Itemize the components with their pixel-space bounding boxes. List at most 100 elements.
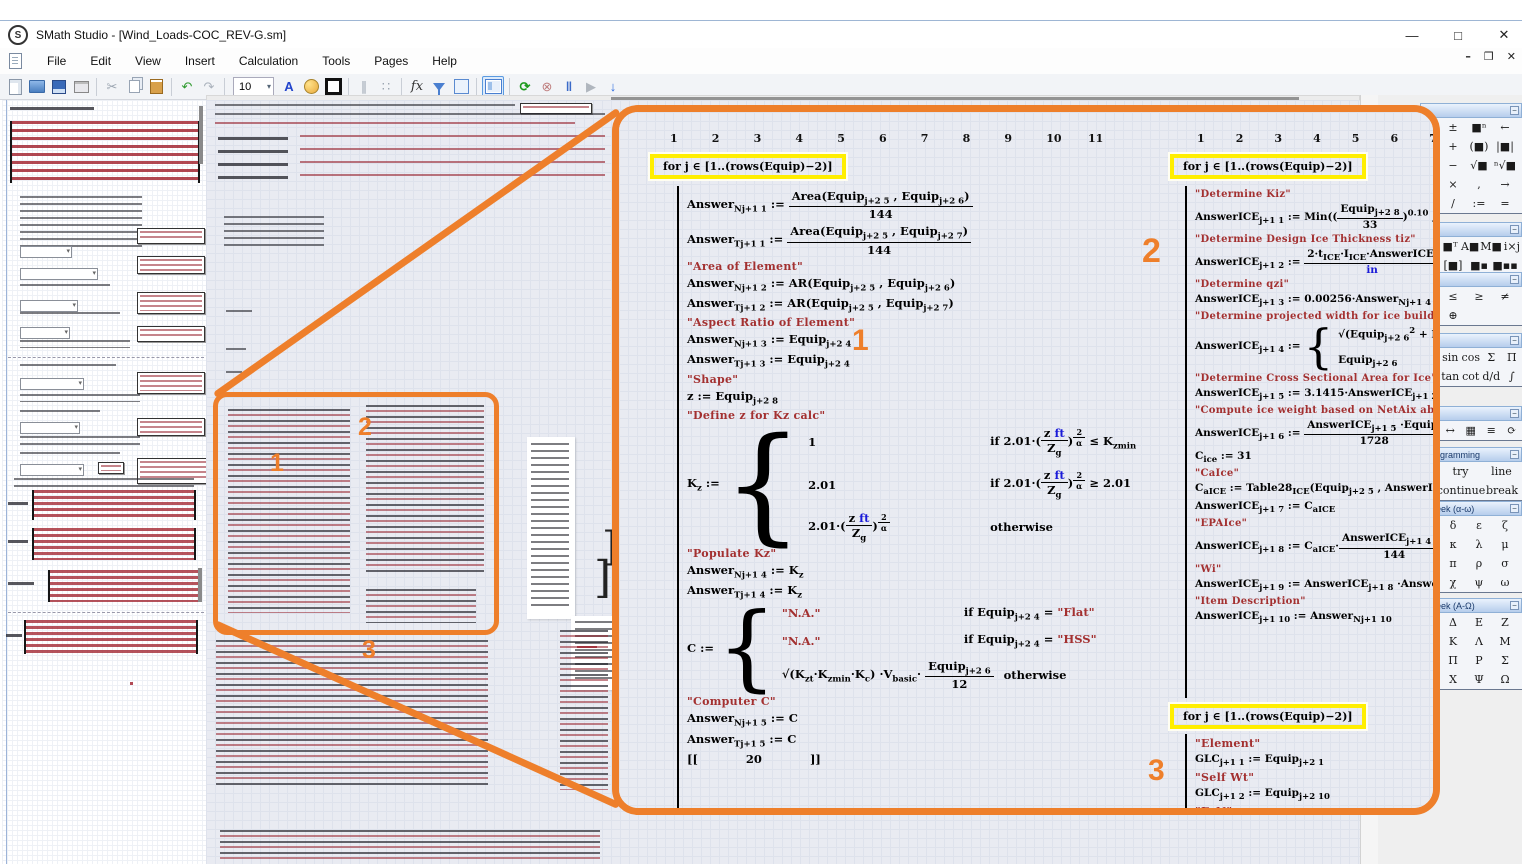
string-line[interactable]: "Computer C" bbox=[687, 695, 1139, 708]
overview-dropdown[interactable] bbox=[20, 378, 84, 390]
epsilon-key[interactable]: ε bbox=[1466, 516, 1492, 535]
string-line[interactable]: "Determine qzi" bbox=[1195, 279, 1433, 290]
for-loop-header[interactable]: for j ∈ [1..(rows(Equip)−2)] bbox=[650, 154, 846, 179]
less-equal-key[interactable]: ≤ bbox=[1440, 287, 1466, 306]
formula-line[interactable]: GLCj+1 1 := Equipj+2 1 bbox=[1195, 753, 1433, 768]
overview-dropdown[interactable] bbox=[20, 246, 72, 258]
string-line[interactable]: "Self Wt" bbox=[1195, 771, 1433, 784]
string-line[interactable]: "Determine Kiz" bbox=[1195, 189, 1433, 200]
cos-key[interactable]: cos bbox=[1461, 348, 1482, 367]
for-loop-header[interactable]: for j ∈ [1..(rows(Equip)−2)] bbox=[1170, 154, 1366, 179]
font-size-combo[interactable]: 10 bbox=[233, 77, 274, 96]
upper-kappa-key[interactable]: Κ bbox=[1440, 632, 1466, 651]
horizontal-space-button[interactable]: ∥ bbox=[354, 77, 374, 97]
save-button[interactable] bbox=[49, 77, 69, 97]
recalculate-button[interactable]: ⟳ bbox=[515, 77, 535, 97]
formula-line[interactable]: GLCj+1 2 := Equipj+2 10 bbox=[1195, 787, 1433, 802]
new-button[interactable] bbox=[5, 77, 25, 97]
close-button[interactable]: ✕ bbox=[1494, 27, 1514, 43]
formula-line[interactable]: Cice := 31 bbox=[1195, 450, 1433, 465]
summation-key[interactable]: Σ bbox=[1481, 348, 1502, 367]
formula-line[interactable]: AnswerICEj+1 2 := 2·tICE·IICE·AnswerICEj… bbox=[1195, 248, 1433, 276]
print-button[interactable] bbox=[71, 77, 91, 97]
formula-line[interactable]: AnswerTj+1 3 := Equipj+2 4 bbox=[687, 352, 1139, 369]
formula-line[interactable]: AnswerICEj+1 9 := AnswerICEj+1 8 ·Answer bbox=[1195, 578, 1433, 593]
overview-matrix-scrollbar[interactable] bbox=[198, 568, 202, 602]
interrupt-button[interactable]: ⊗ bbox=[537, 77, 557, 97]
string-line[interactable]: "FaN" bbox=[1195, 805, 1433, 808]
collapse-section-button[interactable]: − bbox=[1510, 106, 1519, 115]
overview-dropdown[interactable] bbox=[20, 464, 84, 476]
upper-pi-key[interactable]: Π bbox=[1440, 651, 1466, 670]
string-line[interactable]: "Wi" bbox=[1195, 564, 1433, 575]
refresh-key[interactable]: ⟳ bbox=[1502, 421, 1522, 440]
multiply-key[interactable]: × bbox=[1440, 175, 1466, 194]
absolute-value-key[interactable]: |■| bbox=[1492, 137, 1518, 156]
mu-key[interactable]: μ bbox=[1492, 535, 1518, 554]
determinant-key[interactable]: A■ bbox=[1460, 237, 1480, 256]
font-color-button[interactable]: A bbox=[279, 77, 299, 97]
string-line[interactable]: "Populate Kz" bbox=[687, 547, 1139, 560]
string-line[interactable]: "Aspect Ratio of Element" bbox=[687, 316, 1139, 329]
paste-button[interactable] bbox=[146, 77, 166, 97]
formula-line[interactable]: AnswerNj+1 2 := AR(Equipj+2 5 , Equipj+2… bbox=[687, 276, 1139, 293]
formula-line[interactable]: AnswerICEj+1 3 := 0.00256·AnswerNj+1 4 · bbox=[1195, 293, 1433, 308]
cross-product-key[interactable]: i×j bbox=[1502, 237, 1522, 256]
undo-button[interactable]: ↶ bbox=[177, 77, 197, 97]
derivative-key[interactable]: d/d bbox=[1481, 367, 1502, 386]
menu-view[interactable]: View bbox=[124, 51, 172, 71]
copy-button[interactable] bbox=[124, 77, 144, 97]
not-equal-key[interactable]: ≠ bbox=[1492, 287, 1518, 306]
greater-equal-key[interactable]: ≥ bbox=[1466, 287, 1492, 306]
formula-line[interactable]: AnswerICEj+1 5 := 3.1415·AnswerICEj+1 2 bbox=[1195, 387, 1433, 402]
string-line[interactable]: "Area of Element" bbox=[687, 260, 1139, 273]
string-line[interactable]: "Item Description" bbox=[1195, 596, 1433, 607]
menu-edit[interactable]: Edit bbox=[79, 51, 122, 71]
string-line[interactable]: "EPAIce" bbox=[1195, 518, 1433, 529]
upper-omega-key[interactable]: Ω bbox=[1492, 670, 1518, 689]
program-block-1[interactable]: AnswerNj+1 1 := Area(Equipj+2 5 , Equipj… bbox=[677, 186, 1139, 808]
sigma-key[interactable]: σ bbox=[1492, 554, 1518, 573]
run-button[interactable]: ▶ bbox=[581, 77, 601, 97]
cut-button[interactable]: ✂ bbox=[102, 77, 122, 97]
rho-key[interactable]: ρ bbox=[1466, 554, 1492, 573]
background-color-button[interactable] bbox=[301, 77, 321, 97]
minus-key[interactable]: − bbox=[1440, 156, 1466, 175]
upper-zeta-key[interactable]: Ζ bbox=[1492, 613, 1518, 632]
tan-key[interactable]: tan bbox=[1440, 367, 1461, 386]
pause-button[interactable]: ‖ bbox=[559, 77, 579, 97]
filter-button[interactable] bbox=[429, 77, 449, 97]
reference-button[interactable] bbox=[451, 77, 471, 97]
string-line[interactable]: "CaIce" bbox=[1195, 468, 1433, 479]
omega-key[interactable]: ω bbox=[1492, 573, 1518, 592]
formula-line[interactable]: [[ 20 ]] bbox=[687, 752, 1139, 766]
collapse-section-button[interactable]: − bbox=[1510, 225, 1519, 234]
vertical-space-button[interactable]: ∷ bbox=[376, 77, 396, 97]
plus-key[interactable]: + bbox=[1440, 137, 1466, 156]
upper-psi-key[interactable]: Ψ bbox=[1466, 670, 1492, 689]
formula-line[interactable]: z := Equipj+2 8 bbox=[687, 389, 1139, 406]
kappa-key[interactable]: κ bbox=[1440, 535, 1466, 554]
formula-line[interactable]: AnswerICEj+1 10 := AnswerNj+1 10 bbox=[1195, 610, 1433, 625]
plus-minus-key[interactable]: ± bbox=[1440, 118, 1466, 137]
formula-line[interactable]: AnswerICEj+1 1 := Min((Equipj+2 833)0.10… bbox=[1195, 203, 1433, 231]
definition-key[interactable]: := bbox=[1466, 194, 1492, 213]
formula-line[interactable]: AnswerTj+1 5 := C bbox=[687, 732, 1139, 749]
border-button[interactable] bbox=[323, 77, 343, 97]
upper-lambda-key[interactable]: Λ bbox=[1466, 632, 1492, 651]
delta-key[interactable]: δ bbox=[1440, 516, 1466, 535]
continue-key[interactable]: continue bbox=[1440, 481, 1482, 500]
chi-key[interactable]: χ bbox=[1440, 573, 1466, 592]
psi-key[interactable]: ψ bbox=[1466, 573, 1492, 592]
square-root-key[interactable]: √■ bbox=[1466, 156, 1492, 175]
program-block-3[interactable]: "Element"GLCj+1 1 := Equipj+2 1"Self Wt"… bbox=[1185, 734, 1433, 808]
overview-dropdown[interactable] bbox=[20, 422, 80, 434]
overview-dropdown[interactable] bbox=[20, 327, 70, 339]
right-arrow-key[interactable]: → bbox=[1492, 175, 1518, 194]
menu-help[interactable]: Help bbox=[421, 51, 468, 71]
for-loop-header[interactable]: for j ∈ [1..(rows(Equip)−2)] bbox=[1170, 704, 1366, 729]
sin-key[interactable]: sin bbox=[1440, 348, 1461, 367]
product-key[interactable]: Π bbox=[1502, 348, 1522, 367]
cases-expression[interactable]: AnswerICEj+1 4 :={√(Equipj+2 62 + EquipE… bbox=[1195, 326, 1433, 369]
menu-pages[interactable]: Pages bbox=[363, 51, 419, 71]
